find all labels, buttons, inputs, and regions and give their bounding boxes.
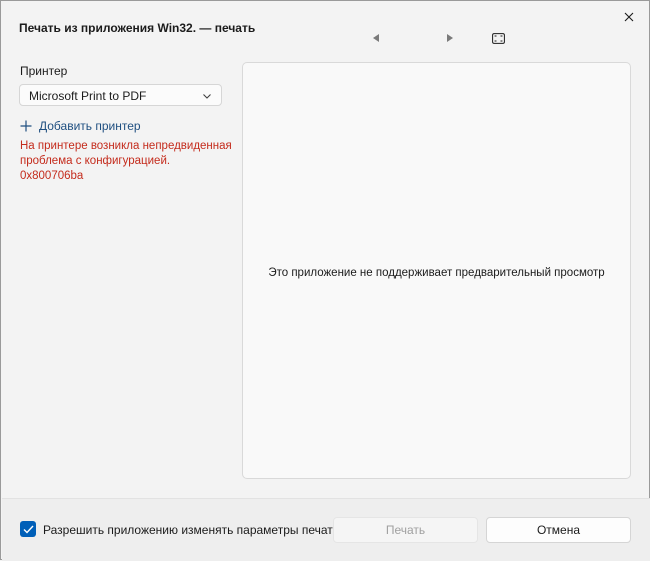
checkmark-icon <box>23 525 34 534</box>
preview-message: Это приложение не поддерживает предварит… <box>268 267 605 279</box>
cancel-button[interactable]: Отмена <box>486 517 631 543</box>
close-button[interactable] <box>619 7 639 27</box>
triangle-left-icon <box>373 34 379 42</box>
printer-label: Принтер <box>20 64 68 78</box>
close-icon <box>624 12 634 22</box>
print-dialog: Печать из приложения Win32. — печать При… <box>0 0 650 561</box>
fit-page-icon <box>491 32 505 44</box>
fit-page-button[interactable] <box>491 32 505 44</box>
chevron-down-icon <box>203 94 211 99</box>
triangle-right-icon <box>447 34 453 42</box>
printer-selected-value: Microsoft Print to PDF <box>29 89 147 103</box>
dialog-title: Печать из приложения Win32. — печать <box>19 21 256 35</box>
printer-error-message: На принтере возникла непредвиденная проб… <box>20 140 232 182</box>
dialog-footer: Разрешить приложению изменять параметры … <box>2 498 650 561</box>
print-button[interactable]: Печать <box>333 517 478 543</box>
plus-icon <box>20 120 32 132</box>
add-printer-link[interactable]: Добавить принтер <box>20 119 141 133</box>
next-page-button[interactable] <box>445 32 455 44</box>
preview-pane: Это приложение не поддерживает предварит… <box>242 62 631 479</box>
allow-app-settings-checkbox[interactable] <box>20 521 36 537</box>
allow-app-settings-label: Разрешить приложению изменять параметры … <box>43 523 340 537</box>
add-printer-label: Добавить принтер <box>39 119 141 133</box>
printer-dropdown[interactable]: Microsoft Print to PDF <box>19 84 222 106</box>
previous-page-button[interactable] <box>371 32 381 44</box>
